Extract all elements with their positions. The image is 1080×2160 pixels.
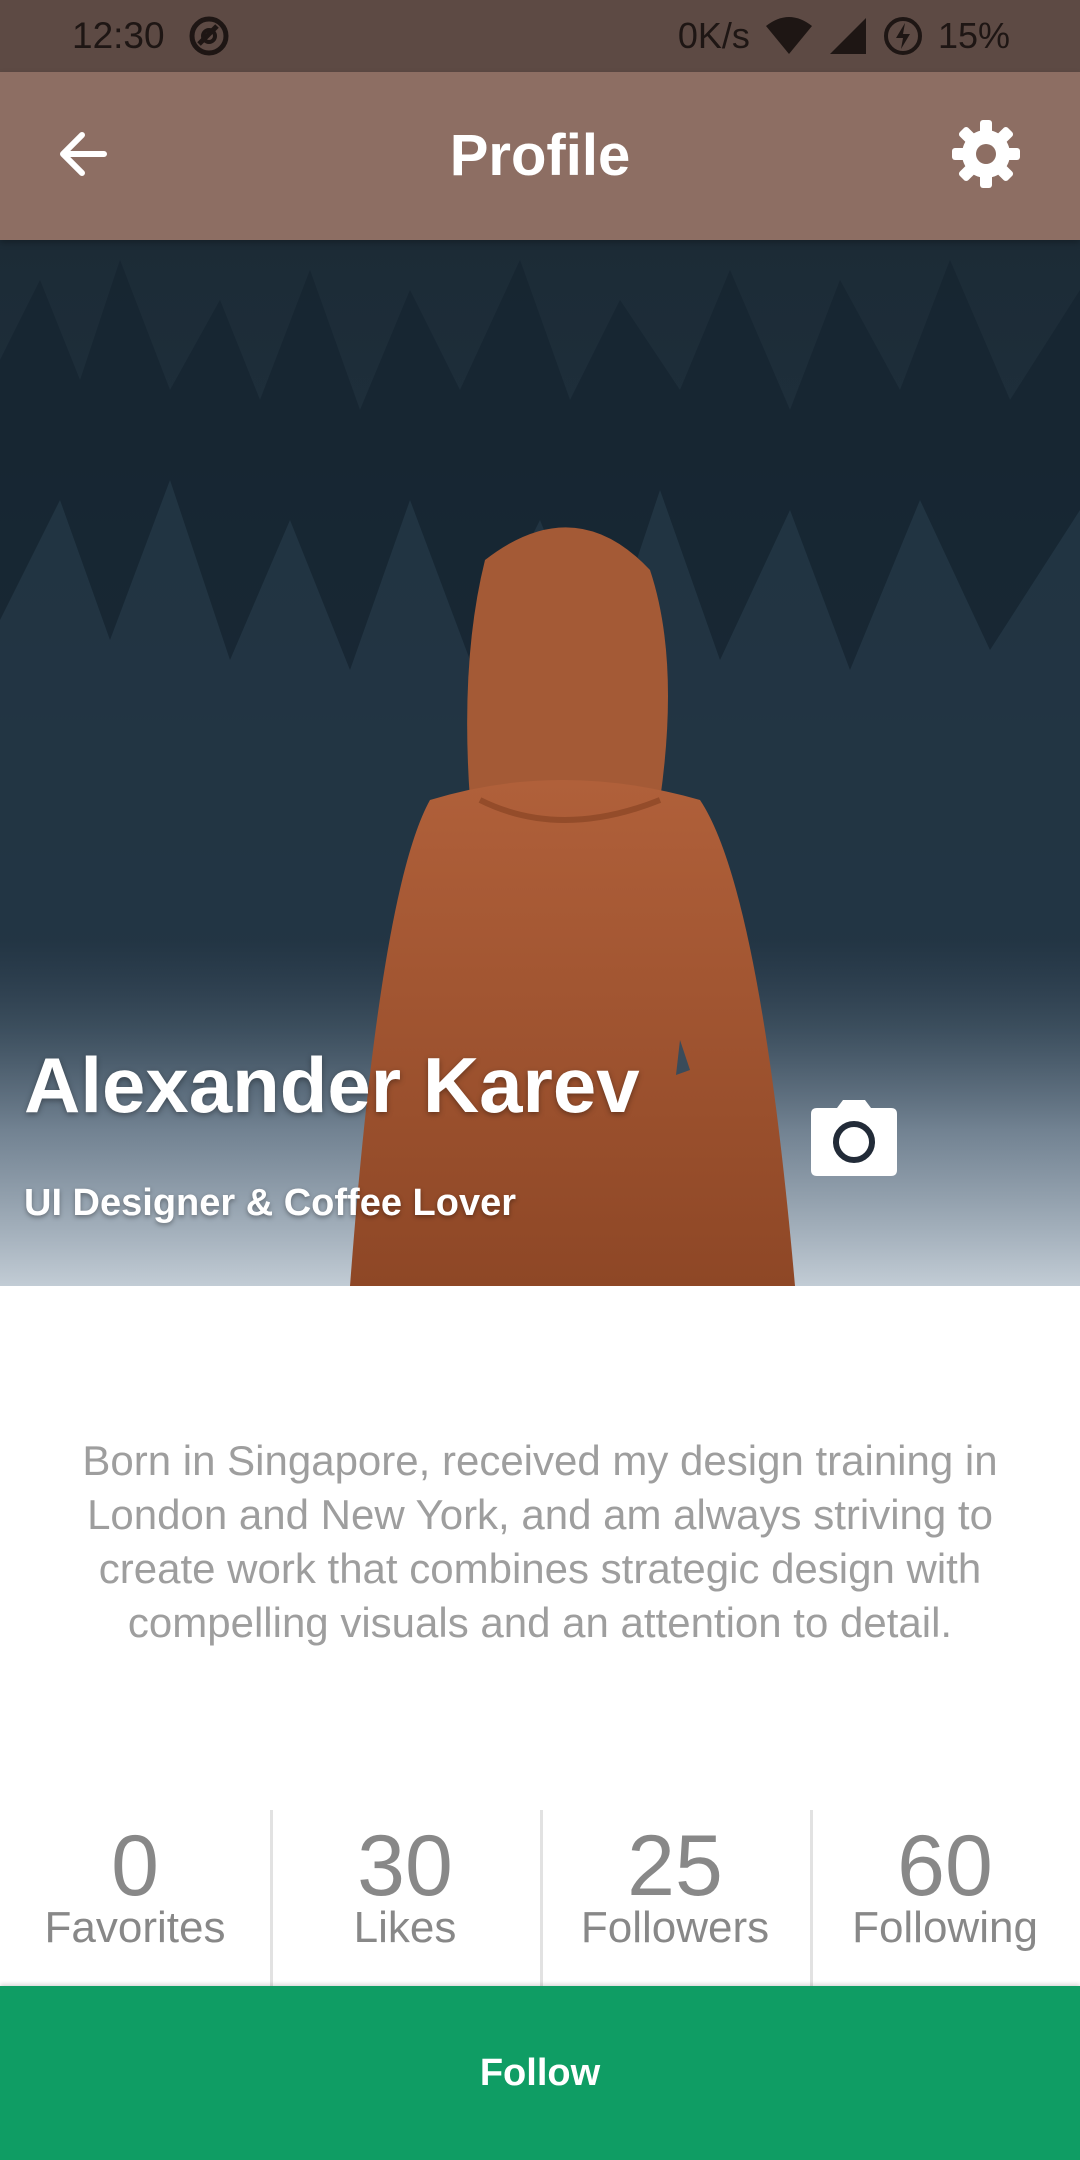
stat-value: 60 xyxy=(897,1818,993,1914)
stat-value: 25 xyxy=(627,1818,723,1914)
stat-following[interactable]: 60 Following xyxy=(810,1810,1080,1986)
profile-bio: Born in Singapore, received my design tr… xyxy=(82,1437,998,1646)
stat-followers[interactable]: 25 Followers xyxy=(540,1810,810,1986)
profile-tagline: UI Designer & Coffee Lover xyxy=(24,1182,516,1224)
sync-icon xyxy=(187,14,231,58)
stat-label: Following xyxy=(852,1903,1038,1952)
stat-label: Favorites xyxy=(44,1903,226,1952)
stat-value: 30 xyxy=(357,1818,453,1914)
stat-value: 0 xyxy=(111,1818,159,1914)
status-time: 12:30 xyxy=(72,15,165,56)
battery-level: 15% xyxy=(937,15,1010,56)
stat-likes[interactable]: 30 Likes xyxy=(270,1810,540,1986)
camera-icon xyxy=(811,1099,897,1181)
status-bar: 12:30 0K/s 15% xyxy=(0,0,1080,72)
gear-icon xyxy=(950,118,1022,195)
follow-button[interactable]: Follow xyxy=(0,1986,1080,2160)
network-speed: 0K/s xyxy=(677,15,750,56)
profile-name: Alexander Karev xyxy=(24,1041,640,1129)
profile-cover: Alexander Karev UI Designer & Coffee Lov… xyxy=(0,240,1080,1286)
cell-signal-icon xyxy=(828,16,868,56)
change-photo-button[interactable] xyxy=(806,1098,902,1182)
profile-screen: 12:30 0K/s 15% Profile Alexander Karev U… xyxy=(0,0,1080,2160)
wifi-icon xyxy=(764,16,814,56)
stat-label: Likes xyxy=(353,1903,457,1952)
settings-button[interactable] xyxy=(944,114,1028,198)
page-title: Profile xyxy=(449,123,631,188)
profile-stats: 0 Favorites 30 Likes 25 Followers 60 Fol… xyxy=(0,1810,1080,1986)
stat-label: Followers xyxy=(580,1903,770,1952)
stat-favorites[interactable]: 0 Favorites xyxy=(0,1810,270,1986)
battery-charging-icon xyxy=(882,15,924,57)
app-bar: Profile xyxy=(0,72,1080,240)
